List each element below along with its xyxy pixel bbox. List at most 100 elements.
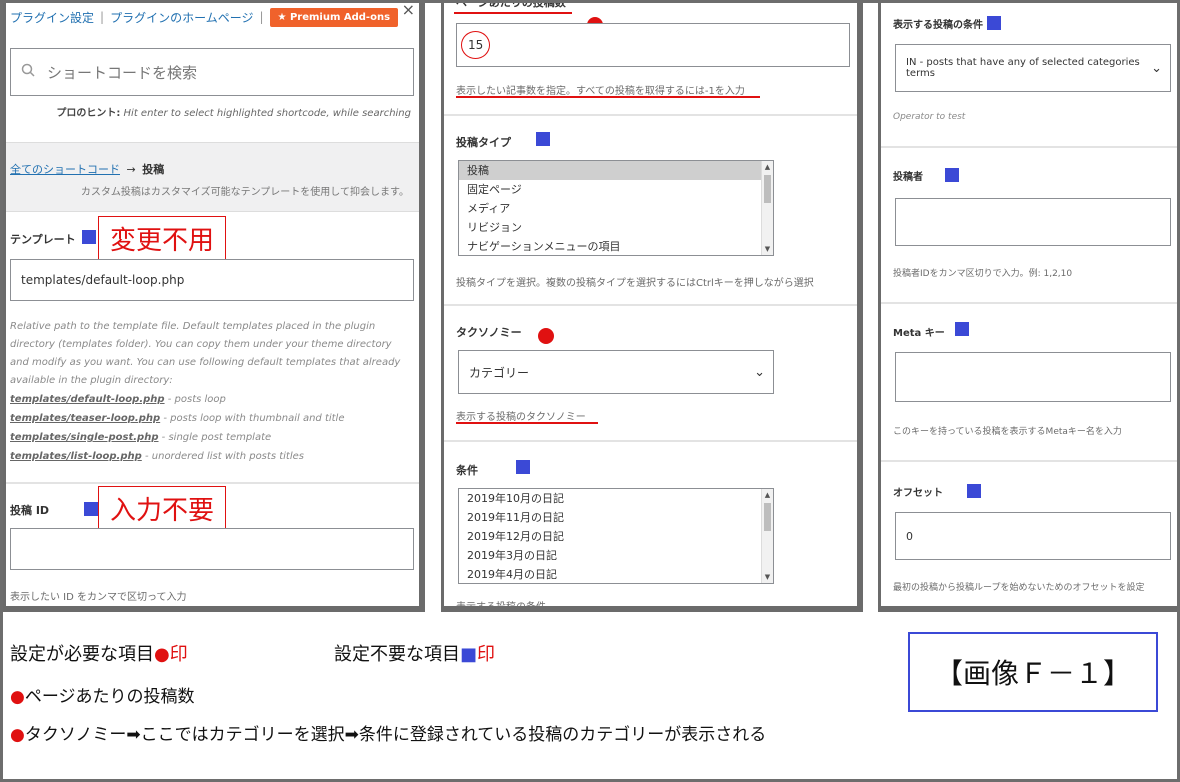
operator-help: Operator to test xyxy=(893,112,966,122)
post-type-option[interactable]: リビジョン xyxy=(459,218,773,237)
template-file: templates/single-post.php - single post … xyxy=(10,428,419,447)
optional-marker xyxy=(987,16,1001,30)
divider xyxy=(444,440,857,442)
taxonomy-selected-value: カテゴリー xyxy=(469,365,530,380)
scroll-up-icon[interactable]: ▲ xyxy=(762,161,773,173)
optional-marker xyxy=(536,132,550,146)
search-hint: プロのヒント: Hit enter to select highlighted … xyxy=(56,104,411,119)
listbox-scrollbar[interactable]: ▲ ▼ xyxy=(761,161,773,255)
divider xyxy=(881,146,1177,148)
divider xyxy=(444,304,857,306)
meta-key-help: このキーを持っている投稿を表示するMetaキー名を入力 xyxy=(893,427,1122,437)
plugin-homepage-link[interactable]: プラグインのホームページ xyxy=(110,9,253,26)
link-separator: | xyxy=(100,10,105,24)
required-marker xyxy=(538,328,554,344)
template-file: templates/teaser-loop.php - posts loop w… xyxy=(10,409,419,428)
scrollbar-thumb[interactable] xyxy=(764,503,771,531)
scrollbar-thumb[interactable] xyxy=(764,175,771,203)
template-file-desc: - posts loop with thumbnail and title xyxy=(160,413,345,424)
scroll-down-icon[interactable]: ▼ xyxy=(762,243,773,255)
post-type-listbox[interactable]: 投稿 固定ページ メディア リビジョン ナビゲーションメニューの項目 ▲ ▼ xyxy=(458,160,774,256)
note-line-1: ●ページあたりの投稿数 xyxy=(10,682,195,707)
required-underline xyxy=(456,422,598,424)
terms-option[interactable]: 2019年4月の日記 xyxy=(459,565,773,583)
divider xyxy=(881,460,1177,462)
terms-option[interactable]: 2019年3月の日記 xyxy=(459,546,773,565)
template-file-list: templates/default-loop.php - posts loop … xyxy=(10,390,419,466)
divider xyxy=(444,114,857,116)
template-label: テンプレート xyxy=(10,233,76,246)
meta-key-input[interactable] xyxy=(895,352,1171,402)
post-type-option[interactable]: メディア xyxy=(459,199,773,218)
per-page-value: 15 xyxy=(461,31,491,59)
meta-key-label: Meta キー xyxy=(893,328,945,339)
breadcrumb-arrow: → xyxy=(126,163,136,176)
terms-option[interactable]: 2019年11月の日記 xyxy=(459,508,773,527)
template-file-desc: - posts loop xyxy=(164,394,226,405)
shortcode-search-input[interactable]: ショートコードを検索 xyxy=(10,48,414,96)
breadcrumb: 全てのショートコード → 投稿 xyxy=(10,161,164,177)
shortcode-panel-left: プラグイン設定 | プラグインのホームページ | ★ Premium Add-o… xyxy=(3,0,425,612)
per-page-input[interactable]: 15 xyxy=(456,23,850,67)
required-underline xyxy=(456,96,760,98)
post-type-option[interactable]: 固定ページ xyxy=(459,180,773,199)
top-links: プラグイン設定 | プラグインのホームページ | ★ Premium Add-o… xyxy=(10,6,419,28)
required-legend-text: 設定が必要な項目 xyxy=(10,644,154,665)
plugin-settings-link[interactable]: プラグイン設定 xyxy=(10,9,94,26)
terms-option[interactable]: 2019年10月の日記 xyxy=(459,489,773,508)
optional-marker xyxy=(82,230,96,244)
post-type-label: 投稿タイプ xyxy=(456,136,511,149)
post-id-input[interactable] xyxy=(10,528,414,570)
all-shortcodes-link[interactable]: 全てのショートコード xyxy=(10,163,120,176)
chevron-down-icon: ⌄ xyxy=(1151,60,1162,76)
optional-legend-text: 設定不要な項目 xyxy=(334,644,460,665)
required-legend: 設定が必要な項目●印 xyxy=(10,640,188,666)
taxonomy-select[interactable]: カテゴリー ⌄ xyxy=(458,350,774,394)
post-type-option[interactable]: ナビゲーションメニューの項目 xyxy=(459,237,773,255)
author-input[interactable] xyxy=(895,198,1171,246)
terms-option[interactable]: 2019年12月の日記 xyxy=(459,527,773,546)
hint-label: プロのヒント: xyxy=(56,108,121,119)
terms-listbox[interactable]: 2019年10月の日記 2019年11月の日記 2019年12月の日記 2019… xyxy=(458,488,774,584)
scroll-up-icon[interactable]: ▲ xyxy=(762,489,773,501)
post-type-option[interactable]: 投稿 xyxy=(459,161,773,180)
template-help: Relative path to the template file. Defa… xyxy=(10,321,401,386)
optional-marker xyxy=(516,460,530,474)
required-underline xyxy=(454,12,572,14)
template-file: templates/list-loop.php - unordered list… xyxy=(10,447,419,466)
divider xyxy=(6,482,419,484)
premium-addons-button[interactable]: ★ Premium Add-ons xyxy=(269,7,399,27)
link-separator: | xyxy=(259,10,264,24)
template-file-path: templates/list-loop.php xyxy=(10,451,142,462)
author-label: 投稿者 xyxy=(893,172,923,183)
note-bullet: ● xyxy=(10,687,25,707)
post-id-label: 投稿 ID xyxy=(10,504,50,517)
note-text-2: タクソノミー➡ここではカテゴリーを選択➡条件に登録されている投稿のカテゴリーが表… xyxy=(24,725,767,745)
operator-select[interactable]: IN - posts that have any of selected cat… xyxy=(895,44,1171,92)
note-line-2: ●タクソノミー➡ここではカテゴリーを選択➡条件に登録されている投稿のカテゴリーが… xyxy=(10,720,766,745)
shortcode-description: カスタム投稿はカスタマイズ可能なテンプレートを使用して抑会します。 xyxy=(80,187,409,198)
search-placeholder: ショートコードを検索 xyxy=(47,63,198,82)
offset-label: オフセット xyxy=(893,488,943,499)
breadcrumb-area: 全てのショートコード → 投稿 カスタム投稿はカスタマイズ可能なテンプレートを使… xyxy=(6,142,419,212)
hint-text: Hit enter to select highlighted shortcod… xyxy=(123,108,411,119)
template-file-path: templates/teaser-loop.php xyxy=(10,413,161,424)
optional-legend: 設定不要な項目■印 xyxy=(334,640,495,666)
offset-input[interactable]: 0 xyxy=(895,512,1171,560)
offset-help: 最初の投稿から投稿ループを始めないためのオフセットを設定 xyxy=(893,583,1145,593)
optional-marker xyxy=(967,484,981,498)
note-bullet: ● xyxy=(10,725,25,745)
listbox-scrollbar[interactable]: ▲ ▼ xyxy=(761,489,773,583)
per-page-help: 表示したい記事数を指定。すべての投稿を取得するには-1を入力 xyxy=(456,86,745,97)
template-file-path: templates/default-loop.php xyxy=(10,394,165,405)
shortcode-panel-right: 表示する投稿の条件 IN - posts that have any of se… xyxy=(878,0,1177,612)
operator-label: 表示する投稿の条件 xyxy=(893,20,983,31)
optional-marker xyxy=(945,168,959,182)
close-icon[interactable]: × xyxy=(402,0,415,19)
scroll-down-icon[interactable]: ▼ xyxy=(762,571,773,583)
template-input[interactable]: templates/default-loop.php xyxy=(10,259,414,301)
operator-selected-value: IN - posts that have any of selected cat… xyxy=(906,57,1140,79)
divider xyxy=(881,302,1177,304)
template-file-desc: - unordered list with posts titles xyxy=(141,451,304,462)
terms-label: 条件 xyxy=(456,464,478,477)
